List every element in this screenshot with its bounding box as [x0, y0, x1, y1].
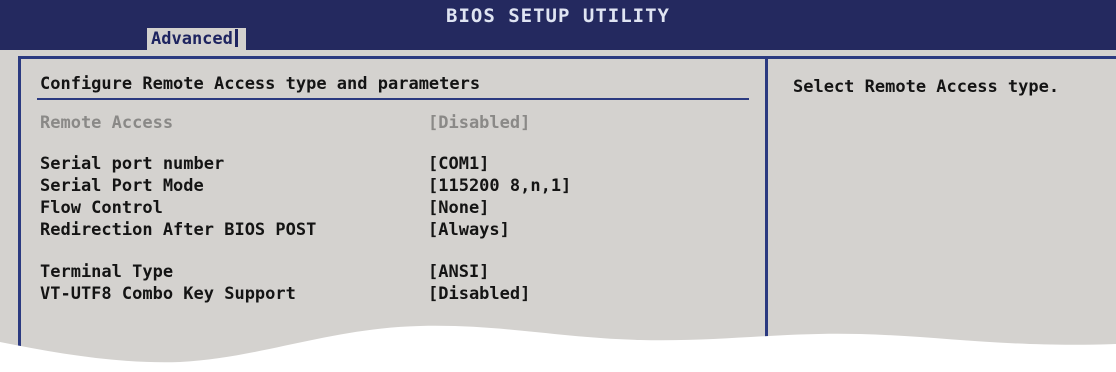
torn-edge-overlay — [0, 325, 1116, 372]
